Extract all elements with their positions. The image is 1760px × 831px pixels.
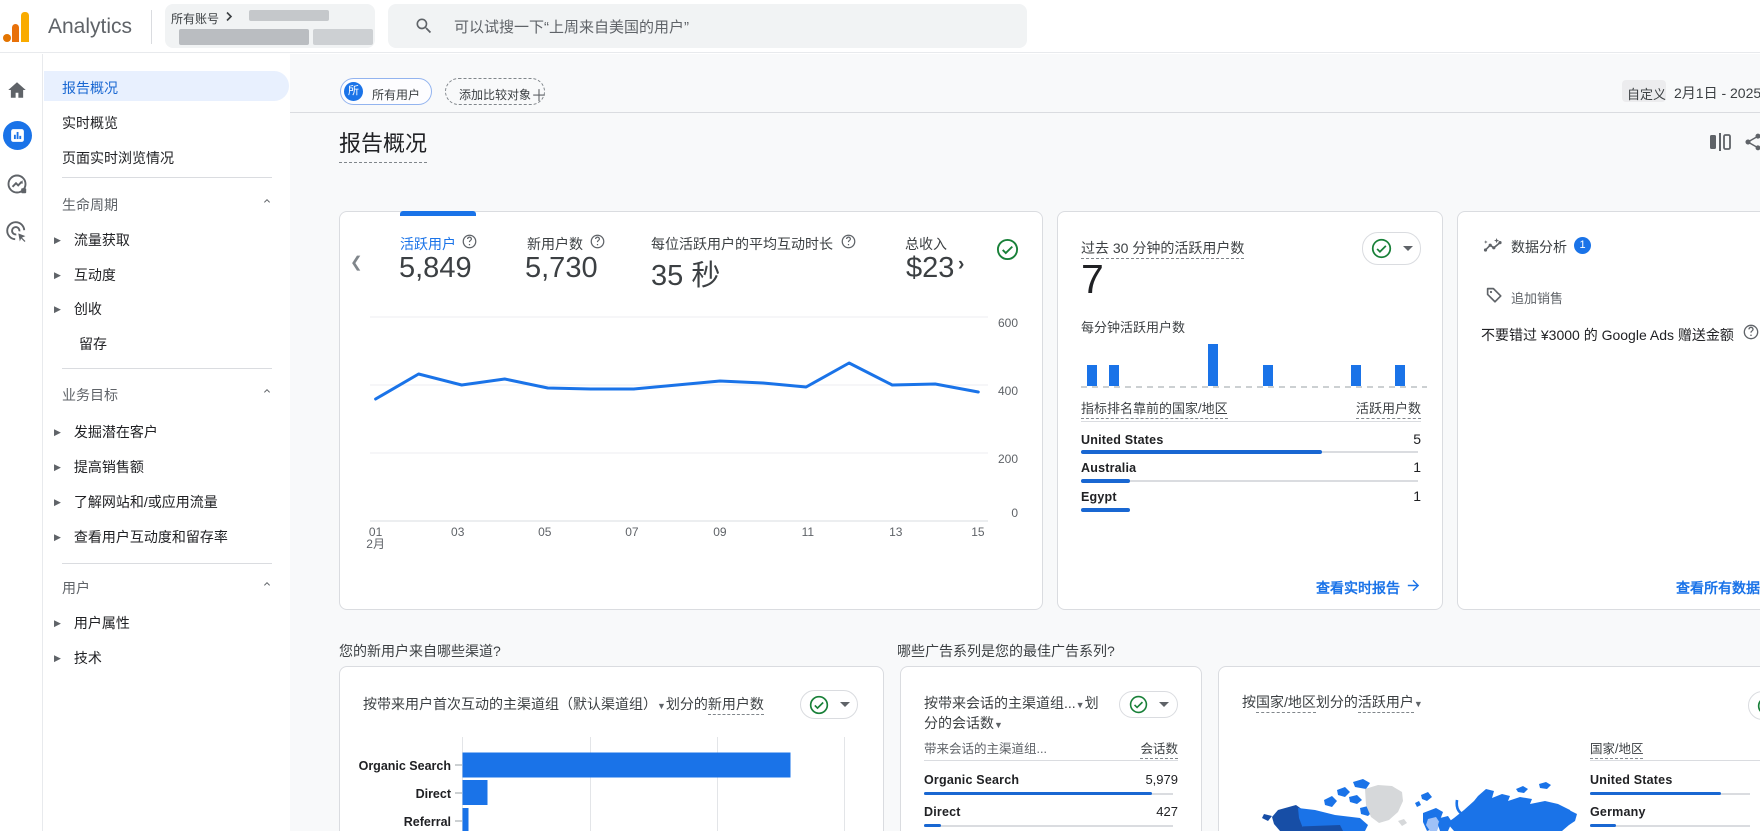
svg-text:09: 09 <box>713 525 727 539</box>
svg-text:0: 0 <box>1011 506 1018 520</box>
svg-text:07: 07 <box>625 525 639 539</box>
svg-text:15: 15 <box>971 525 985 539</box>
svg-text:13: 13 <box>889 525 903 539</box>
svg-text:600: 600 <box>998 316 1018 330</box>
svg-text:2月: 2月 <box>366 537 385 551</box>
svg-text:05: 05 <box>538 525 552 539</box>
svg-text:200: 200 <box>998 452 1018 466</box>
svg-text:400: 400 <box>998 384 1018 398</box>
svg-text:Referral: Referral <box>404 815 451 829</box>
svg-text:Direct: Direct <box>416 787 452 801</box>
svg-text:Organic Search: Organic Search <box>359 759 451 773</box>
svg-text:03: 03 <box>451 525 465 539</box>
svg-text:11: 11 <box>802 525 815 539</box>
